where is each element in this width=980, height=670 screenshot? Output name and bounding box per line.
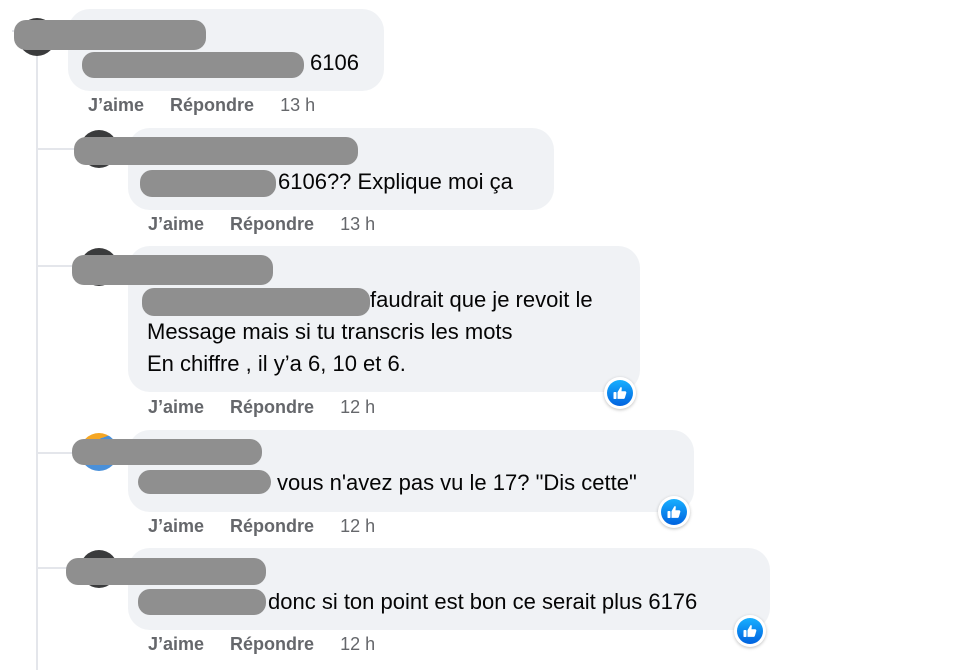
like-reaction-badge[interactable] — [658, 496, 690, 528]
reply-button[interactable]: Répondre — [230, 634, 314, 655]
redacted-mention[interactable] — [140, 170, 276, 197]
comment-text-line: faudrait que je revoit le — [370, 287, 593, 312]
comment-text-line: En chiffre , il y’a 6, 10 et 6. — [147, 351, 406, 376]
timestamp[interactable]: 13 h — [340, 214, 375, 235]
thumbs-up-icon — [667, 506, 681, 518]
thread-line — [36, 30, 38, 670]
redacted-mention[interactable] — [138, 589, 266, 615]
reply-button[interactable]: Répondre — [230, 516, 314, 537]
comment-text: donc si ton point est bon ce serait plus… — [268, 589, 698, 614]
like-button[interactable]: J’aime — [148, 214, 204, 235]
reply-button[interactable]: Répondre — [170, 95, 254, 116]
redacted-author-name[interactable] — [72, 255, 273, 285]
redacted-mention[interactable] — [138, 470, 271, 494]
timestamp[interactable]: 12 h — [340, 634, 375, 655]
comment-actions: J’aime Répondre 13 h — [88, 95, 315, 116]
comment-text: 6106?? Explique moi ça — [278, 169, 513, 194]
comment-text: vous n'avez pas vu le 17? "Dis cette" — [277, 470, 637, 495]
like-button[interactable]: J’aime — [88, 95, 144, 116]
redacted-author-name[interactable] — [74, 137, 358, 165]
like-button[interactable]: J’aime — [148, 516, 204, 537]
like-reaction-badge[interactable] — [734, 615, 766, 647]
like-button[interactable]: J’aime — [148, 634, 204, 655]
redacted-author-name[interactable] — [72, 439, 262, 465]
reply-button[interactable]: Répondre — [230, 397, 314, 418]
comment-actions: J’aime Répondre 12 h — [148, 397, 375, 418]
redacted-author-name[interactable] — [14, 20, 206, 50]
thumbs-up-icon — [613, 387, 627, 399]
reply-button[interactable]: Répondre — [230, 214, 314, 235]
comment-actions: J’aime Répondre 12 h — [148, 516, 375, 537]
timestamp[interactable]: 12 h — [340, 397, 375, 418]
like-button[interactable]: J’aime — [148, 397, 204, 418]
like-reaction-badge[interactable] — [604, 377, 636, 409]
redacted-mention[interactable] — [82, 52, 304, 78]
thumbs-up-icon — [743, 625, 757, 637]
like-reaction-icon — [607, 380, 633, 406]
timestamp[interactable]: 13 h — [280, 95, 315, 116]
comment-text-line: Message mais si tu transcris les mots — [147, 319, 513, 344]
timestamp[interactable]: 12 h — [340, 516, 375, 537]
comment-actions: J’aime Répondre 13 h — [148, 214, 375, 235]
comment-actions: J’aime Répondre 12 h — [148, 634, 375, 655]
comment-text: 6106 — [310, 50, 359, 75]
like-reaction-icon — [737, 618, 763, 644]
redacted-mention[interactable] — [142, 288, 370, 316]
like-reaction-icon — [661, 499, 687, 525]
redacted-author-name[interactable] — [66, 558, 266, 585]
